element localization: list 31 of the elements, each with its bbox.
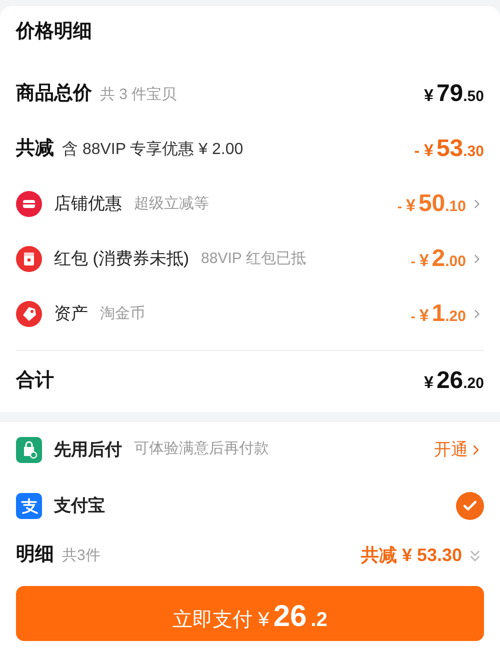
price: ¥79.50 (424, 79, 484, 109)
discount-note: 88VIP 红包已抵 (201, 248, 306, 269)
envelope-icon (16, 246, 42, 272)
tag-icon (16, 301, 42, 327)
payment-method-note: 可体验满意后再付款 (134, 439, 269, 460)
payment-method-row[interactable]: 先用后付 可体验满意后再付款 开通 (16, 422, 484, 478)
shopping-bag-icon (16, 436, 42, 462)
subtotal-label: 商品总价 (16, 82, 92, 106)
details-count: 共3件 (62, 546, 100, 566)
section-title: 价格明细 (16, 21, 92, 42)
radio-check[interactable] (456, 492, 484, 520)
discount-label: 红包 (消费券未抵) (54, 248, 190, 270)
discount-label: 店铺优惠 (54, 193, 122, 216)
discount-note: 超级立减等 (134, 194, 209, 214)
payment-method-name: 先用后付 (54, 438, 122, 461)
vip-discount-note: 含 88VIP 专享优惠 ¥ 2.00 (62, 140, 244, 160)
discount-note: 淘金币 (100, 304, 145, 324)
price: - ¥53.30 (414, 134, 484, 164)
shop-icon (16, 191, 42, 217)
payment-method-name: 支付宝 (54, 494, 105, 517)
details-label: 明细 (16, 543, 54, 568)
discount-label: 资产 (54, 303, 88, 326)
payment-method-row[interactable]: 支付宝 (16, 478, 484, 534)
price: ¥26.20 (424, 366, 484, 396)
discount-row[interactable]: 红包 (消费券未抵) 88VIP 红包已抵 - ¥2.00 (16, 232, 484, 286)
item-count: 共 3 件宝贝 (100, 84, 177, 105)
reduction-label: 共减 (16, 136, 54, 161)
discount-row[interactable]: 资产 淘金币 - ¥1.20 (16, 286, 484, 342)
payment-app-icon (16, 492, 42, 518)
discount-row[interactable]: 店铺优惠 超级立减等 - ¥50.10 (16, 176, 484, 232)
total-label: 合计 (16, 368, 54, 393)
